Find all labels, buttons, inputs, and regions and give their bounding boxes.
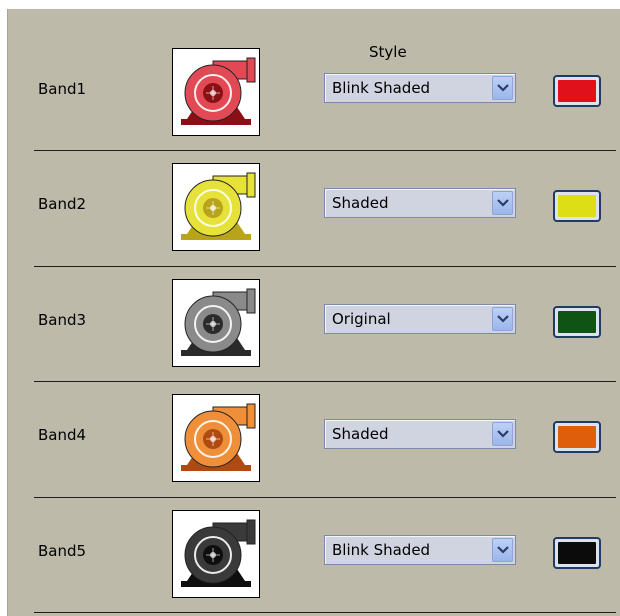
style-dropdown-value: Blink Shaded [332,79,431,97]
row-divider [34,612,616,613]
style-dropdown[interactable]: Shaded [324,419,516,449]
dropdown-arrow-button[interactable] [492,307,513,331]
pump-icon-yellow[interactable] [172,163,260,251]
dropdown-arrow-button[interactable] [492,76,513,100]
band-label: Band4 [38,426,87,444]
style-dropdown[interactable]: Blink Shaded [324,535,516,565]
band-label: Band1 [38,80,87,98]
row-divider [34,266,616,267]
style-dropdown[interactable]: Shaded [324,188,516,218]
dropdown-arrow-button[interactable] [492,538,513,562]
chevron-down-icon [497,315,509,323]
color-swatch-fill [558,80,596,102]
row-divider [34,150,616,151]
color-swatch-fill [558,311,596,333]
style-column-header: Style [369,43,407,61]
style-dropdown[interactable]: Original [324,304,516,334]
band-label: Band3 [38,311,87,329]
dropdown-arrow-button[interactable] [492,191,513,215]
color-swatch-fill [558,426,596,448]
dropdown-arrow-button[interactable] [492,422,513,446]
style-dropdown[interactable]: Blink Shaded [324,73,516,103]
pump-icon-gray[interactable] [172,279,260,367]
band-label: Band2 [38,195,87,213]
row-divider [34,381,616,382]
style-dropdown-value: Original [332,310,391,328]
color-swatch-fill [558,542,596,564]
band-label: Band5 [38,542,87,560]
row-divider [34,497,616,498]
chevron-down-icon [497,84,509,92]
color-swatch-fill [558,195,596,217]
style-dropdown-value: Shaded [332,425,389,443]
chevron-down-icon [497,546,509,554]
color-swatch-button[interactable] [553,421,601,453]
color-swatch-button[interactable] [553,537,601,569]
style-dropdown-value: Shaded [332,194,389,212]
pump-icon-red[interactable] [172,48,260,136]
chevron-down-icon [497,430,509,438]
color-swatch-button[interactable] [553,190,601,222]
style-dropdown-value: Blink Shaded [332,541,431,559]
pump-icon-black[interactable] [172,510,260,598]
color-swatch-button[interactable] [553,75,601,107]
band-settings-panel: Style [7,9,620,616]
pump-icon-orange[interactable] [172,394,260,482]
color-swatch-button[interactable] [553,306,601,338]
chevron-down-icon [497,199,509,207]
